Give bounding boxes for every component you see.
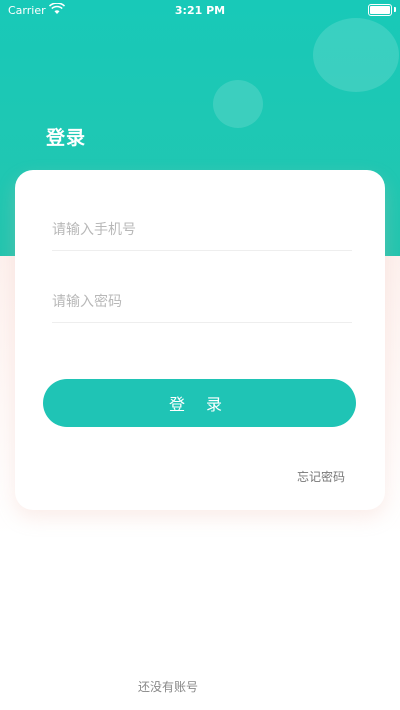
phone-field xyxy=(52,210,352,251)
phone-input[interactable] xyxy=(52,210,352,250)
decorative-circle xyxy=(213,80,263,128)
login-card: 登 录 忘记密码 xyxy=(15,170,385,510)
password-field xyxy=(52,282,352,323)
register-prompt[interactable]: 还没有账号 xyxy=(138,678,198,695)
login-button[interactable]: 登 录 xyxy=(43,379,356,427)
battery-cap xyxy=(394,7,396,12)
forgot-password-link[interactable]: 忘记密码 xyxy=(297,468,345,485)
status-bar: Carrier 3:21 PM xyxy=(0,0,400,22)
decorative-circle xyxy=(313,18,399,92)
page-title: 登录 xyxy=(46,127,87,149)
password-input[interactable] xyxy=(52,282,352,322)
battery-icon xyxy=(368,4,392,16)
status-time: 3:21 PM xyxy=(174,4,226,17)
